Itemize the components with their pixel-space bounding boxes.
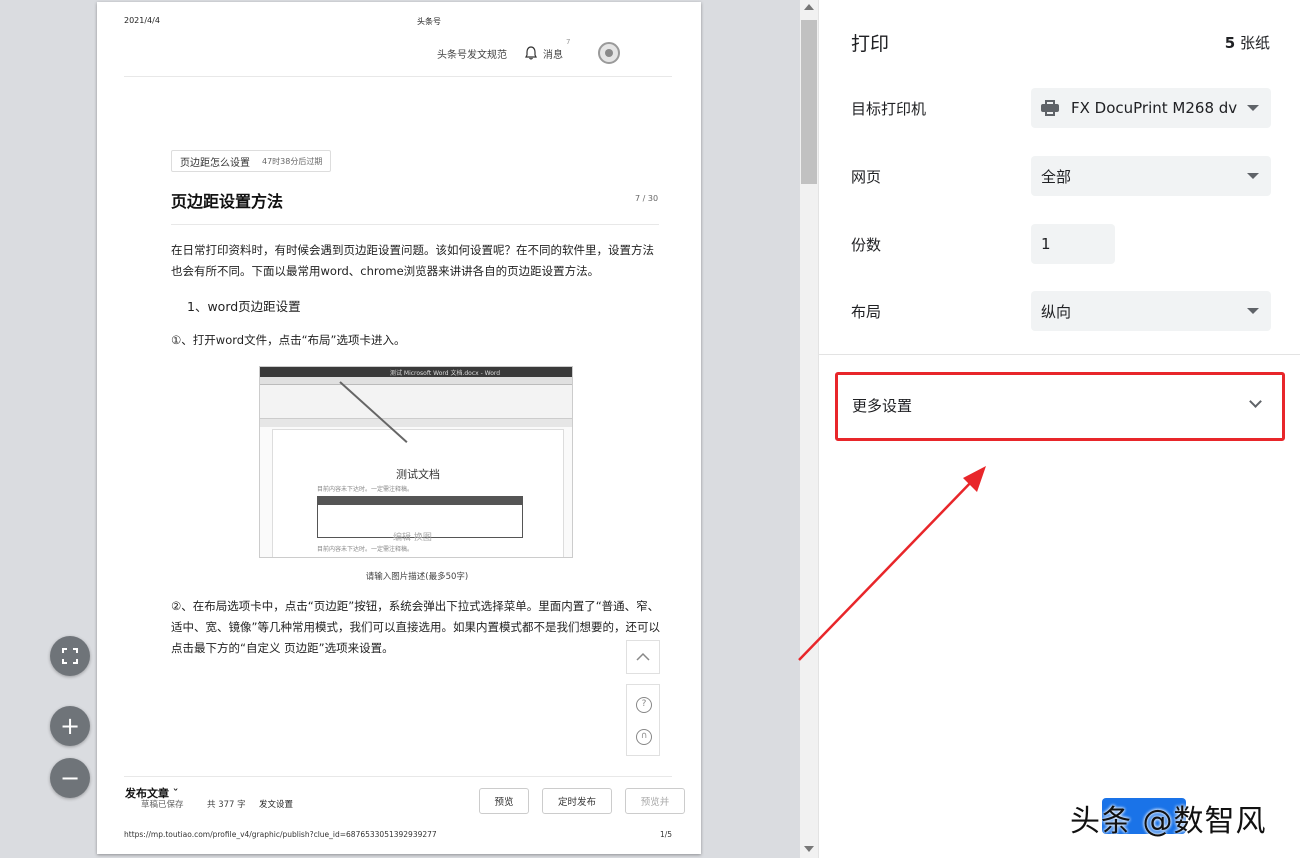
scrollbar-thumb[interactable]: [801, 20, 817, 184]
publish-settings-link: 发文设置: [259, 800, 294, 810]
paragraph-step2: ②、在布局选项卡中，点击“页边距”按钮，系统会弹出下拉式选择菜单。里面内置了“普…: [171, 599, 660, 655]
printer-icon: [1041, 100, 1059, 116]
copies-input[interactable]: [1031, 224, 1115, 264]
copies-label: 份数: [851, 236, 882, 254]
minus-icon: −: [59, 764, 81, 792]
preview-button: 预览: [479, 788, 529, 814]
paragraph-step1: ①、打开word文件，点击“布局”选项卡进入。: [171, 333, 406, 347]
draft-saved-status: 草稿已保存: [141, 800, 184, 810]
header-date: 2021/4/4: [124, 16, 160, 25]
watermark-text: 头条 @数智风: [1070, 804, 1267, 839]
print-settings-panel: 打印 5 张纸 目标打印机 FX DocuPrint M268 dv 网页 全部…: [818, 0, 1300, 858]
print-title: 打印: [851, 33, 890, 55]
fit-to-page-button[interactable]: [50, 636, 90, 676]
title-counter: 7 / 30: [635, 194, 659, 203]
caret-down-icon: [1247, 105, 1259, 111]
word-count: 共 377 字: [207, 800, 246, 810]
destination-value: FX DocuPrint M268 dv: [1071, 99, 1238, 117]
embed-doc-title: 测试文档: [396, 468, 440, 481]
embed-doc-line: 目前内容未下达时。一定需注释稿。: [317, 486, 414, 493]
pages-value: 全部: [1041, 167, 1072, 186]
embed-window-title: 测试 Microsoft Word 文档.docx - Word: [390, 370, 501, 377]
paragraph-intro: 在日常打印资料时，有时候会遇到页边距设置问题。该如何设置呢？在不同的软件里，设置…: [171, 243, 654, 278]
more-settings-label: 更多设置: [852, 397, 913, 415]
chevron-down-icon: [1249, 395, 1262, 408]
page-url: https://mp.toutiao.com/profile_v4/graphi…: [124, 830, 437, 839]
preview-page: 2021/4/4 头条号 头条号发文规范 消息 7 页边距怎么设置 47时38分…: [97, 2, 701, 854]
section-heading: 1、word页边距设置: [187, 299, 301, 314]
help-icon: ?: [636, 697, 652, 713]
divider: [171, 224, 659, 225]
fullscreen-icon: [62, 648, 78, 664]
embedded-screenshot: 测试 Microsoft Word 文档.docx - Word 测试文档 目前…: [259, 366, 573, 558]
caret-down-icon: [1247, 308, 1259, 314]
divider: [819, 354, 1300, 355]
destination-select[interactable]: FX DocuPrint M268 dv: [1031, 88, 1271, 128]
pages-select[interactable]: 全部: [1031, 156, 1271, 196]
tag-label: 页边距怎么设置: [180, 157, 250, 169]
headset-icon: ∩: [636, 729, 652, 745]
article-tag: 页边距怎么设置 47时38分后过期: [171, 150, 332, 172]
embed-ruler: [260, 419, 572, 427]
embed-titlebar: 测试 Microsoft Word 文档.docx - Word: [260, 367, 572, 377]
page-number: 1/5: [660, 830, 673, 839]
sheet-count: 5 张纸: [1224, 34, 1270, 52]
bell-icon: [525, 46, 537, 60]
message-count-badge: 7: [566, 38, 571, 46]
embed-tabbar: [260, 377, 572, 385]
plus-icon: +: [59, 712, 81, 740]
tag-expiry: 47时38分后过期: [262, 156, 323, 166]
article-title: 页边距设置方法: [171, 192, 284, 211]
nav-rules-link: 头条号发文规范: [437, 50, 507, 61]
preview-publish-button: 预览并: [625, 788, 685, 814]
embed-doc-line: 目前内容未下达时。一定需注释稿。: [317, 546, 414, 553]
image-caption: 请输入图片描述(最多50字): [365, 572, 469, 582]
zoom-in-button[interactable]: +: [50, 706, 90, 746]
preview-scrollbar[interactable]: [800, 0, 818, 858]
embed-watermark: 编辑 换图: [393, 533, 432, 543]
embed-ribbon: [260, 385, 572, 419]
schedule-publish-button: 定时发布: [542, 788, 612, 814]
caret-down-icon: [1247, 173, 1259, 179]
scroll-up-arrow-icon[interactable]: [804, 4, 814, 10]
layout-value: 纵向: [1041, 302, 1072, 321]
more-settings-toggle[interactable]: 更多设置: [835, 372, 1285, 441]
print-preview-area: 2021/4/4 头条号 头条号发文规范 消息 7 页边距怎么设置 47时38分…: [0, 0, 800, 858]
layout-label: 布局: [851, 303, 882, 321]
zoom-out-button[interactable]: −: [50, 758, 90, 798]
divider: [124, 776, 672, 777]
divider: [124, 76, 672, 77]
nav-messages: 消息: [543, 50, 563, 61]
avatar: [598, 42, 620, 64]
embed-document: 测试文档 目前内容未下达时。一定需注释稿。 编辑 换图 目前内容未下达时。一定需…: [272, 429, 564, 557]
help-toolbar: ? ∩: [626, 684, 660, 756]
chevron-up-icon: [636, 652, 650, 661]
header-site-title: 头条号: [417, 17, 441, 26]
destination-label: 目标打印机: [851, 100, 927, 118]
scroll-down-arrow-icon[interactable]: [804, 846, 814, 852]
pages-label: 网页: [851, 168, 882, 186]
layout-select[interactable]: 纵向: [1031, 291, 1271, 331]
scroll-top-button: [626, 640, 660, 674]
